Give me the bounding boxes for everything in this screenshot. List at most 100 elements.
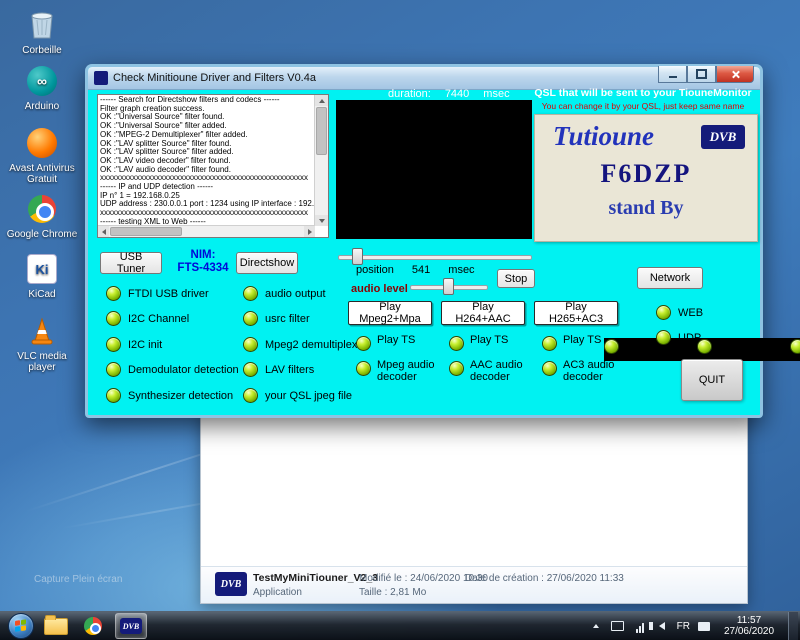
dvb-logo: DVB: [701, 125, 745, 149]
play-ts-label: Play TS: [470, 335, 508, 347]
hidden-icons-chevron-icon[interactable]: [589, 619, 603, 633]
position-slider-thumb[interactable]: [352, 248, 363, 265]
audio-decoder-label: AAC audio decoder: [470, 360, 529, 383]
desktop-icon-label: VLC media player: [4, 351, 80, 373]
check-row-udp: UDP: [656, 330, 701, 345]
web-label: WEB: [678, 307, 703, 319]
scroll-down-icon[interactable]: [315, 215, 328, 226]
taskbar-chrome-button[interactable]: [78, 614, 108, 638]
udp-label: UDP: [678, 332, 701, 344]
play-h265-button[interactable]: Play H265+AC3: [534, 301, 618, 325]
scrollbar-thumb[interactable]: [316, 107, 327, 155]
network-tray-icon[interactable]: [633, 619, 647, 633]
explorer-details-pane: DVB TestMyMiniTiouner_V2_3 Modifié le : …: [201, 566, 747, 603]
play-ts-row: Play TS: [542, 335, 622, 351]
audio-level-slider[interactable]: [410, 277, 488, 295]
quit-button[interactable]: QUIT: [681, 359, 743, 401]
status-led: [449, 361, 464, 376]
close-button[interactable]: [716, 66, 754, 83]
status-led: [106, 286, 121, 301]
scroll-left-icon[interactable]: [98, 226, 109, 237]
play-ts-label: Play TS: [563, 335, 601, 347]
check-row-qsl-jpeg: your QSL jpeg file: [243, 388, 352, 403]
position-value: 541: [412, 264, 430, 276]
audio-decoder-row: AC3 audio decoder: [542, 360, 622, 383]
status-led: [449, 336, 464, 351]
arduino-icon: ∞: [25, 64, 59, 98]
scroll-right-icon[interactable]: [304, 226, 315, 237]
folder-icon: [44, 618, 68, 635]
check-label: LAV filters: [265, 364, 314, 376]
desktop-icon-label: Google Chrome: [4, 229, 80, 240]
qsl-subheader: You can change it by your QSL, just keep…: [526, 101, 760, 111]
status-led: [243, 362, 258, 377]
position-slider[interactable]: [338, 247, 532, 265]
status-led: [106, 388, 121, 403]
desktop-icon-recycle-bin[interactable]: Corbeille: [4, 8, 80, 56]
desktop-icon-chrome[interactable]: Google Chrome: [4, 192, 80, 240]
status-led: [243, 286, 258, 301]
audio-decoder-label: AC3 audio decoder: [563, 360, 622, 383]
clock-date: 27/06/2020: [718, 626, 780, 637]
duration-unit: msec: [483, 88, 509, 100]
explorer-window: DVB TestMyMiniTiouner_V2_3 Modifié le : …: [200, 408, 748, 604]
audio-level-slider-thumb[interactable]: [443, 278, 454, 295]
chrome-icon: [84, 617, 102, 635]
log-content: ------ Search for Directshow filters and…: [100, 96, 314, 225]
player-column-h265: Play H265+AC3 Play TS AC3 audio decoder …: [534, 301, 622, 383]
check-row-lav-filters: LAV filters: [243, 362, 314, 377]
chrome-icon: [25, 192, 59, 226]
nim-value: FTS-4334: [162, 262, 244, 275]
status-led: [243, 311, 258, 326]
usb-tuner-button[interactable]: USB Tuner: [100, 252, 162, 274]
qsl-card-image: Tutioune DVB F6DZP stand By: [534, 114, 758, 242]
status-led: [656, 330, 671, 345]
nim-label: NIM:: [162, 249, 244, 262]
check-row-demodulator: Demodulator detection: [106, 362, 239, 377]
qsl-card-title: Tutioune: [553, 121, 654, 152]
desktop-icon-avast[interactable]: Avast Antivirus Gratuit: [4, 126, 80, 185]
scroll-up-icon[interactable]: [315, 95, 328, 106]
play-mpeg2-button[interactable]: Play Mpeg2+Mpa: [348, 301, 432, 325]
volume-tray-icon[interactable]: [655, 619, 669, 633]
check-label: I2C init: [128, 339, 162, 351]
nim-info: NIM: FTS-4334: [162, 249, 244, 275]
position-row: position541msec: [356, 264, 493, 276]
check-label: FTDI USB driver: [128, 288, 209, 300]
desktop-icon-arduino[interactable]: ∞ Arduino: [4, 64, 80, 112]
qsl-status: stand By: [535, 197, 757, 220]
status-led: [356, 336, 371, 351]
position-unit: msec: [448, 264, 474, 276]
desktop-icon-kicad[interactable]: Ki KiCad: [4, 252, 80, 300]
desktop-icon-vlc[interactable]: VLC media player: [4, 314, 80, 373]
vlc-icon: [25, 314, 59, 348]
log-horizontal-scrollbar[interactable]: [98, 225, 315, 237]
taskbar-minitioune-button[interactable]: DVB: [115, 613, 147, 639]
status-led: [243, 337, 258, 352]
status-led: [106, 362, 121, 377]
log-vertical-scrollbar[interactable]: [314, 95, 328, 226]
show-desktop-button[interactable]: [788, 612, 798, 640]
taskbar-clock[interactable]: 11:57 27/06/2020: [718, 615, 780, 637]
play-h264-button[interactable]: Play H264+AAC: [441, 301, 525, 325]
start-button[interactable]: [8, 613, 34, 639]
maximize-button[interactable]: [687, 66, 716, 83]
window-title: Check Minitioune Driver and Filters V0.4…: [113, 72, 316, 84]
status-led: [243, 388, 258, 403]
stop-button[interactable]: Stop: [497, 269, 535, 288]
directshow-button[interactable]: Directshow: [236, 252, 298, 274]
file-type: Application: [253, 587, 302, 598]
taskbar-explorer-button[interactable]: [41, 614, 71, 638]
keyboard-layout-icon[interactable]: [698, 622, 710, 631]
minimize-button[interactable]: [658, 66, 687, 83]
scrollbar-thumb[interactable]: [110, 227, 182, 236]
network-button[interactable]: Network: [637, 267, 703, 289]
status-led: [656, 305, 671, 320]
slider-groove: [338, 255, 532, 260]
avast-icon: [25, 126, 59, 160]
display-tray-icon[interactable]: [611, 619, 625, 633]
status-led: [106, 337, 121, 352]
check-label: Synthesizer detection: [128, 390, 233, 402]
log-textbox[interactable]: ------ Search for Directshow filters and…: [97, 94, 329, 238]
language-indicator[interactable]: FR: [677, 621, 690, 632]
